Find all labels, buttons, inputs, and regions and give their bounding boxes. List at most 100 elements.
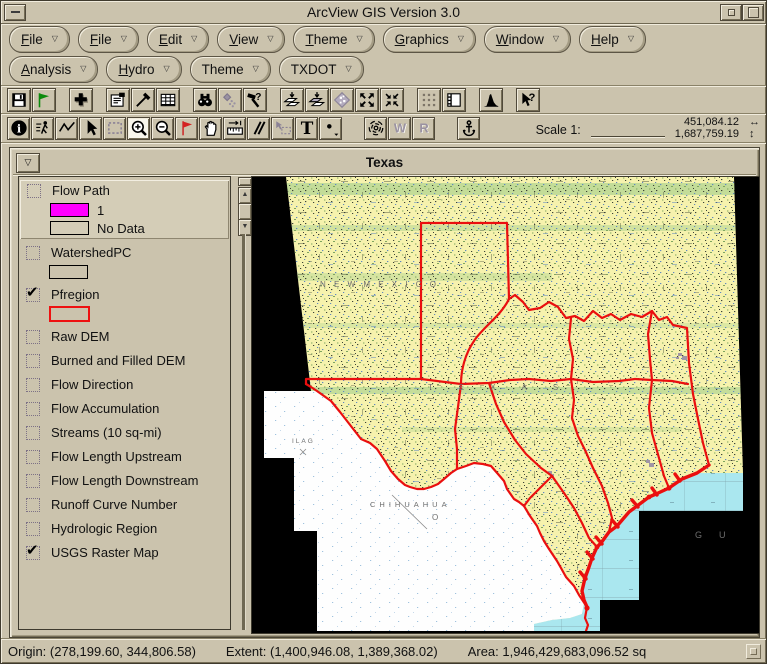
maximize-button[interactable]: [742, 4, 764, 21]
menu-graphics[interactable]: Graphics▽: [383, 26, 476, 53]
legend-item-flow-accumulation[interactable]: Flow Accumulation: [19, 398, 230, 419]
dissolve-button[interactable]: [330, 88, 354, 112]
menu-dropdown-icon: ▽: [458, 35, 464, 43]
menu-dropdown-icon: ▽: [267, 35, 273, 43]
scrollbar-anchor[interactable]: [238, 177, 252, 186]
menu-bar-main: File▽ File▽ Edit▽ View▽ Theme▽ Graphics▽ Windo…: [9, 26, 764, 52]
theme-checkbox[interactable]: [26, 450, 40, 464]
open-table-button[interactable]: [156, 88, 180, 112]
menu-view[interactable]: View▽: [217, 26, 285, 53]
zoom-in-button[interactable]: [127, 117, 150, 140]
query-builder-button[interactable]: [218, 88, 242, 112]
r-tool-icon: RR: [415, 119, 433, 137]
theme-checkbox[interactable]: [26, 354, 40, 368]
legend-swatch: [50, 203, 89, 217]
menu-analysis[interactable]: Analysis▽: [9, 56, 98, 83]
menu-theme[interactable]: Theme▽: [293, 26, 374, 53]
hammer-help-button[interactable]: ?: [243, 88, 267, 112]
hotlink-button[interactable]: [31, 117, 54, 140]
view-window-menu-button[interactable]: ▽: [16, 153, 40, 173]
find-button[interactable]: [193, 88, 217, 112]
legend-item-flow-path[interactable]: Flow Path1No Data: [20, 180, 229, 239]
pan-button[interactable]: [199, 117, 222, 140]
flag-green-button[interactable]: [32, 88, 56, 112]
menu-file[interactable]: File▽: [78, 26, 139, 53]
status-bar: Origin: (278,199.60, 344,806.58) Extent:…: [1, 640, 766, 663]
select-box-button[interactable]: [103, 117, 126, 140]
label-button[interactable]: [271, 117, 294, 140]
scale-input[interactable]: [591, 122, 665, 137]
legend-item-pfregion[interactable]: ✔Pfregion: [19, 284, 230, 323]
clip-themes-button[interactable]: [305, 88, 329, 112]
map-view[interactable]: N E W M E X I C OTEXASCHIHUAHUAOILAGGU: [251, 176, 760, 634]
iconify-button[interactable]: [720, 4, 742, 21]
histogram-button[interactable]: [479, 88, 503, 112]
menu-theme[interactable]: Theme▽: [190, 56, 271, 83]
w-tool-icon: WW: [391, 119, 409, 137]
trace-button[interactable]: [364, 117, 387, 140]
theme-checkbox[interactable]: ✔: [26, 288, 40, 302]
zoom-out-arrows-button[interactable]: [380, 88, 404, 112]
anchor-button[interactable]: [457, 117, 480, 140]
resize-grip-icon[interactable]: [746, 644, 761, 659]
legend-item-watershedpc[interactable]: WatershedPC: [19, 242, 230, 281]
checkmark-icon: ✔: [26, 541, 39, 559]
merge-themes-button[interactable]: [280, 88, 304, 112]
menu-hydro[interactable]: Hydro▽: [106, 56, 181, 83]
legend-scrollbar[interactable]: ▲ ▼: [237, 176, 252, 630]
menu-txdot[interactable]: TXDOT▽: [279, 56, 364, 83]
slope-button[interactable]: [247, 117, 270, 140]
legend-item-raw-dem[interactable]: Raw DEM: [19, 326, 230, 347]
menu-edit[interactable]: Edit▽: [147, 26, 209, 53]
scroll-drag-box[interactable]: [238, 203, 252, 220]
theme-checkbox[interactable]: [27, 184, 41, 198]
pointer-button[interactable]: [79, 117, 102, 140]
menu-window[interactable]: Window▽: [484, 26, 571, 53]
legend-item-streams-10-sq-mi-[interactable]: Streams (10 sq-mi): [19, 422, 230, 443]
map-canvas[interactable]: N E W M E X I C OTEXASCHIHUAHUAOILAGGU: [252, 177, 757, 631]
legend-item-usgs-raster-map[interactable]: ✔USGS Raster Map: [19, 542, 230, 563]
legend-item-runoff-curve-number[interactable]: Runoff Curve Number: [19, 494, 230, 515]
theme-checkbox[interactable]: [26, 378, 40, 392]
theme-checkbox[interactable]: [26, 474, 40, 488]
theme-checkbox[interactable]: [26, 402, 40, 416]
draw-point-button[interactable]: [319, 117, 342, 140]
theme-properties-button[interactable]: [106, 88, 130, 112]
theme-checkbox[interactable]: ✔: [26, 546, 40, 560]
info-button[interactable]: i: [7, 117, 30, 140]
dotted-grid-button[interactable]: [417, 88, 441, 112]
theme-checkbox[interactable]: [26, 246, 40, 260]
window-menu-button[interactable]: [4, 4, 26, 21]
text-icon: T: [298, 119, 316, 137]
select-box-icon: [106, 119, 124, 137]
r-tool-button[interactable]: RR: [412, 117, 435, 140]
zoom-in-arrows-button[interactable]: [355, 88, 379, 112]
pointer-help-icon: ?: [519, 91, 537, 109]
edit-legend-button[interactable]: [131, 88, 155, 112]
add-theme-button[interactable]: [69, 88, 93, 112]
scroll-up-button[interactable]: ▲: [238, 187, 252, 204]
theme-checkbox[interactable]: [26, 426, 40, 440]
legend-item-flow-length-downstream[interactable]: Flow Length Downstream: [19, 470, 230, 491]
measure-button[interactable]: [223, 117, 246, 140]
theme-checkbox[interactable]: [26, 522, 40, 536]
view-title-bar[interactable]: ▽ Texas: [13, 151, 756, 175]
zoom-out-button[interactable]: [151, 117, 174, 140]
legend-item-hydrologic-region[interactable]: Hydrologic Region: [19, 518, 230, 539]
pointer-help-button[interactable]: ?: [516, 88, 540, 112]
svg-text:T: T: [300, 119, 313, 137]
text-button[interactable]: T: [295, 117, 318, 140]
theme-checkbox[interactable]: [26, 330, 40, 344]
theme-checkbox[interactable]: [26, 498, 40, 512]
legend-item-flow-length-upstream[interactable]: Flow Length Upstream: [19, 446, 230, 467]
legend-item-flow-direction[interactable]: Flow Direction: [19, 374, 230, 395]
flag-red-button[interactable]: [175, 117, 198, 140]
title-bar[interactable]: ArcView GIS Version 3.0: [1, 1, 766, 24]
menu-help[interactable]: Help▽: [579, 26, 646, 53]
w-tool-button[interactable]: WW: [388, 117, 411, 140]
film-strip-button[interactable]: [442, 88, 466, 112]
vertex-button[interactable]: [55, 117, 78, 140]
menu-file[interactable]: File▽: [9, 26, 70, 53]
legend-item-burned-and-filled-dem[interactable]: Burned and Filled DEM: [19, 350, 230, 371]
save-button[interactable]: [7, 88, 31, 112]
